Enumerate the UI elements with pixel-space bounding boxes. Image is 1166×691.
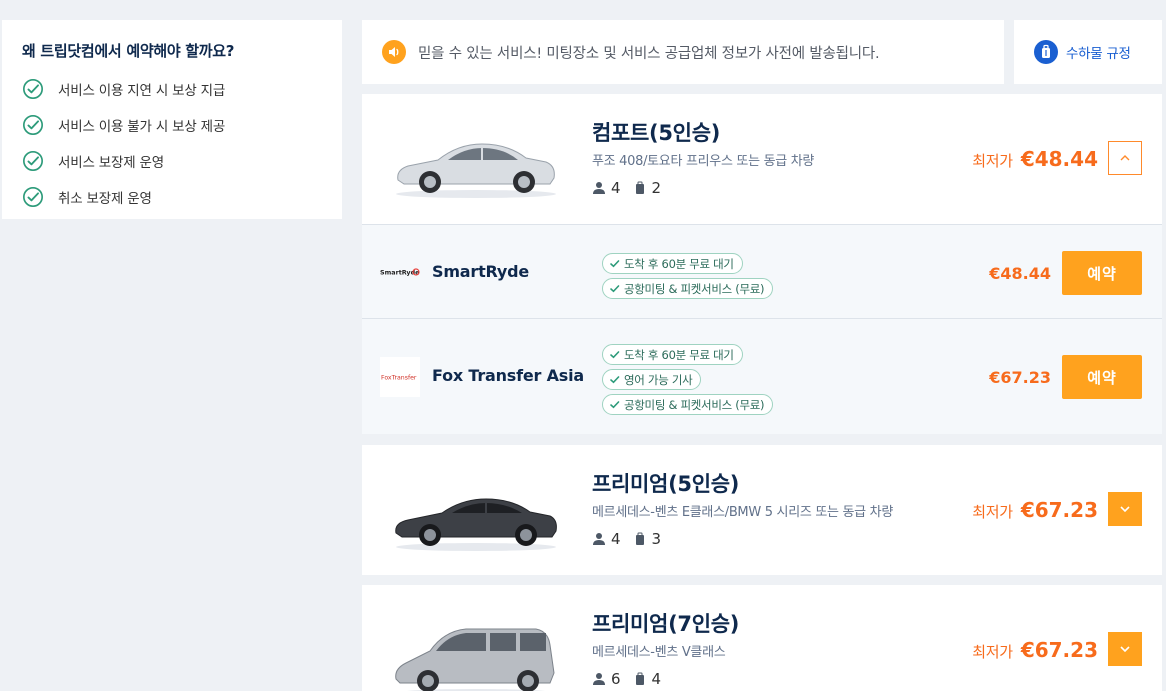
luggage-policy-link[interactable]: 수하물 규정 — [1014, 20, 1162, 84]
car-image — [395, 498, 557, 551]
feature-tag: 도착 후 60분 무료 대기 — [602, 253, 743, 274]
check-icon — [610, 260, 620, 268]
vendor-logo: SmartRyde — [380, 252, 420, 292]
notice-text: 믿을 수 있는 서비스! 미팅장소 및 서비스 공급업체 정보가 사전에 발송됩… — [418, 45, 880, 62]
luggage-icon — [635, 672, 644, 685]
benefit-text: 서비스 이용 지연 시 보상 지급 — [58, 83, 226, 99]
expand-button[interactable] — [1108, 492, 1142, 526]
check-icon — [610, 376, 620, 384]
passenger-count: 6 — [611, 670, 621, 688]
lowest-price-value: €67.23 — [1020, 638, 1098, 662]
vendor-name: Fox Transfer Asia — [432, 366, 584, 385]
benefit-text: 서비스 보장제 운영 — [58, 155, 164, 171]
vehicle-card-premium-7[interactable]: 프리미엄(7인승) 메르세데스-벤츠 V클래스 6 4 최저가 €67.23 — [362, 585, 1162, 691]
vendor-tags: 도착 후 60분 무료 대기 영어 가능 기사 공항미팅 & 피켓서비스 (무료… — [602, 344, 774, 415]
lowest-price: 최저가 €48.44 — [972, 147, 1098, 171]
passenger-count: 4 — [611, 530, 621, 548]
check-circle-icon — [23, 79, 43, 99]
luggage-count: 2 — [651, 179, 662, 197]
vehicle-capacity: 4 2 — [592, 179, 661, 197]
vehicle-description: 메르세데스-벤츠 E클래스/BMW 5 시리즈 또는 동급 차량 — [592, 505, 893, 520]
feature-tag: 공항미팅 & 피켓서비스 (무료) — [602, 278, 774, 299]
vehicle-name: 컴포트(5인승) — [592, 121, 721, 145]
feature-tag: 공항미팅 & 피켓서비스 (무료) — [602, 394, 774, 415]
check-icon — [610, 351, 620, 359]
why-title: 왜 트립닷컴에서 예약해야 할까요? — [22, 42, 235, 60]
vehicle-description: 메르세데스-벤츠 V클래스 — [592, 645, 726, 660]
lowest-price: 최저가 €67.23 — [972, 638, 1098, 662]
collapse-button[interactable] — [1108, 141, 1142, 175]
check-icon — [610, 285, 620, 293]
lowest-price-label: 최저가 — [972, 643, 1013, 661]
car-image — [395, 628, 555, 691]
book-button[interactable]: 예약 — [1062, 251, 1142, 295]
passenger-icon — [593, 182, 605, 194]
vendor-row-fox-transfer: FoxTransfer Fox Transfer Asia 도착 후 60분 무… — [362, 318, 1162, 434]
vendor-name: SmartRyde — [432, 262, 530, 281]
vehicle-capacity: 6 4 — [592, 670, 661, 688]
luggage-icon — [635, 532, 644, 545]
vehicle-name: 프리미엄(7인승) — [592, 612, 740, 636]
chevron-down-icon — [1120, 506, 1130, 513]
why-book-card: 왜 트립닷컴에서 예약해야 할까요? 서비스 이용 지연 시 보상 지급 서비스… — [2, 20, 342, 219]
benefit-text: 취소 보장제 운영 — [58, 191, 152, 207]
speaker-icon — [382, 40, 406, 64]
benefit-item: 서비스 이용 지연 시 보상 지급 — [22, 71, 322, 107]
check-icon — [610, 401, 620, 409]
expand-button[interactable] — [1108, 632, 1142, 666]
feature-tag: 영어 가능 기사 — [602, 369, 702, 390]
lowest-price-label: 최저가 — [972, 503, 1013, 521]
chevron-up-icon — [1120, 155, 1130, 161]
book-button[interactable]: 예약 — [1062, 355, 1142, 399]
passenger-icon — [593, 533, 605, 545]
vehicle-description: 푸조 408/토요타 프리우스 또는 동급 차량 — [592, 154, 815, 169]
passenger-count: 4 — [611, 179, 621, 197]
vehicle-name: 프리미엄(5인승) — [592, 472, 740, 496]
notice-banner: 믿을 수 있는 서비스! 미팅장소 및 서비스 공급업체 정보가 사전에 발송됩… — [362, 20, 1004, 84]
vendor-price: €67.23 — [989, 368, 1051, 387]
luggage-icon — [1034, 40, 1058, 64]
luggage-icon — [635, 181, 644, 194]
luggage-count: 3 — [651, 530, 662, 548]
lowest-price-label: 최저가 — [972, 152, 1013, 170]
vendor-row-smartryde: SmartRyde SmartRyde 도착 후 60분 무료 대기 공항미팅 … — [362, 224, 1162, 318]
vendor-price: €48.44 — [989, 264, 1051, 283]
car-image — [396, 143, 556, 198]
benefit-item: 서비스 이용 불가 시 보상 제공 — [22, 107, 322, 143]
luggage-policy-label: 수하물 규정 — [1066, 46, 1131, 62]
benefit-item: 취소 보장제 운영 — [22, 179, 322, 215]
feature-tag: 도착 후 60분 무료 대기 — [602, 344, 743, 365]
benefit-item: 서비스 보장제 운영 — [22, 143, 322, 179]
fox-transfer-logo: FoxTransfer — [381, 375, 417, 382]
benefit-text: 서비스 이용 불가 시 보상 제공 — [58, 119, 226, 135]
vehicle-capacity: 4 3 — [592, 530, 661, 548]
lowest-price: 최저가 €67.23 — [972, 498, 1098, 522]
vendor-tags: 도착 후 60분 무료 대기 공항미팅 & 피켓서비스 (무료) — [602, 253, 774, 299]
vendor-logo: FoxTransfer — [380, 357, 420, 397]
vehicle-card-premium-5[interactable]: 프리미엄(5인승) 메르세데스-벤츠 E클래스/BMW 5 시리즈 또는 동급 … — [362, 445, 1162, 575]
check-circle-icon — [23, 115, 43, 135]
luggage-count: 4 — [651, 670, 662, 688]
passenger-icon — [593, 673, 605, 685]
svg-text:FoxTransfer: FoxTransfer — [381, 375, 417, 382]
smartryde-logo: SmartRyde — [380, 268, 420, 277]
lowest-price-value: €67.23 — [1020, 498, 1098, 522]
check-circle-icon — [23, 151, 43, 171]
chevron-down-icon — [1120, 646, 1130, 653]
check-circle-icon — [23, 187, 43, 207]
lowest-price-value: €48.44 — [1020, 147, 1098, 171]
vehicle-card-comfort[interactable]: 컴포트(5인승) 푸조 408/토요타 프리우스 또는 동급 차량 4 2 최저… — [362, 94, 1162, 224]
